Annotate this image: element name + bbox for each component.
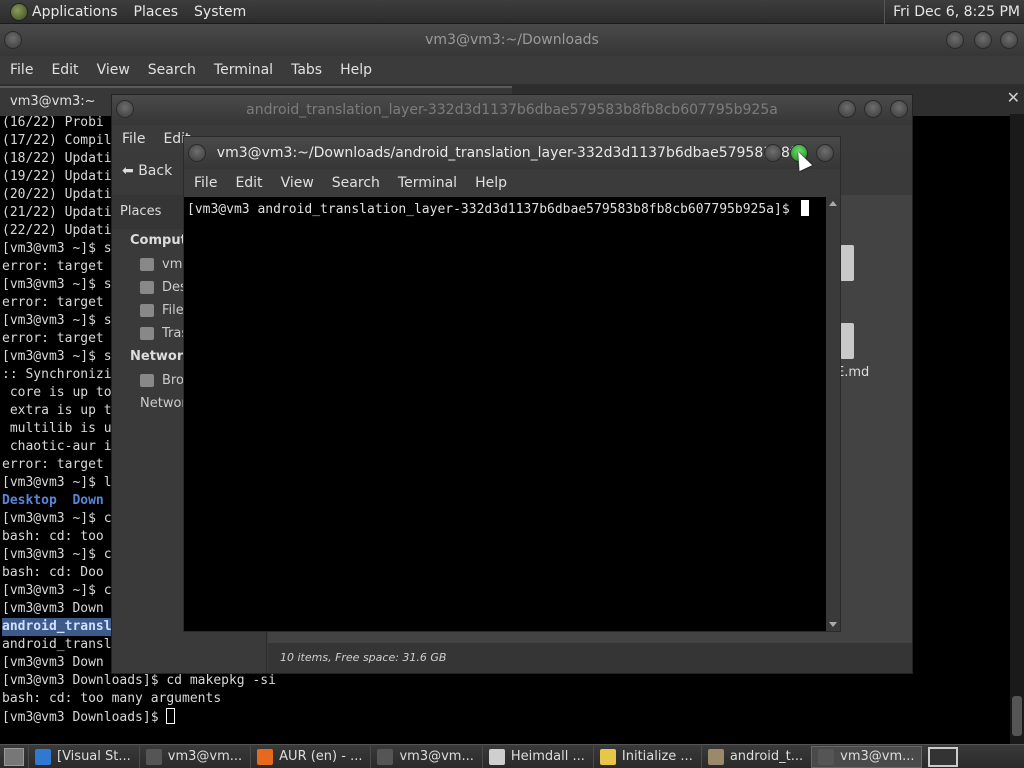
tab-label: vm3@vm3:~ [10, 94, 96, 109]
window-menu-button[interactable] [116, 100, 134, 118]
scroll-down-arrow-icon[interactable] [829, 622, 837, 627]
network-icon [140, 374, 154, 387]
menu-tabs[interactable]: Tabs [285, 62, 330, 78]
terminal-scrollbar[interactable] [826, 197, 840, 631]
taskbar-task-label: vm3@vm... [399, 749, 474, 764]
scroll-up-arrow-icon[interactable] [829, 201, 837, 206]
home-folder-icon [140, 258, 154, 271]
window-titlebar[interactable]: vm3@vm3:~/Downloads [0, 24, 1024, 56]
menu-terminal[interactable]: Terminal [208, 62, 281, 78]
top-panel: Applications Places System Fri Dec 6, 8:… [0, 0, 1024, 24]
taskbar-task[interactable]: Initialize ... [592, 745, 699, 768]
taskbar-task-label: [Visual St... [57, 749, 131, 764]
menu-file[interactable]: File [188, 175, 225, 191]
clock[interactable]: Fri Dec 6, 8:25 PM [884, 0, 1024, 24]
distro-logo-icon[interactable] [10, 2, 28, 21]
window-titlebar[interactable]: vm3@vm3:~/Downloads/android_translation_… [184, 137, 840, 169]
window-menu-button[interactable] [188, 144, 206, 162]
taskbar-task[interactable]: Heimdall ... [481, 745, 591, 768]
workspace-switcher[interactable] [927, 746, 958, 767]
taskbar-task-label: vm3@vm... [840, 749, 915, 764]
terminal-output[interactable]: [vm3@vm3 android_translation_layer-332d3… [184, 197, 826, 631]
menu-bar: File Edit View Search Terminal Help [184, 169, 840, 197]
file-icon[interactable] [840, 323, 854, 359]
minimize-button[interactable] [946, 31, 964, 49]
menu-help[interactable]: Help [334, 62, 380, 78]
back-label: Back [138, 163, 173, 179]
menu-help[interactable]: Help [469, 175, 515, 191]
scrollbar-thumb[interactable] [1012, 696, 1022, 736]
drive-icon [140, 304, 154, 317]
taskbar-task[interactable]: vm3@vm... [370, 745, 479, 768]
shell-prompt: [vm3@vm3 android_translation_layer-332d3… [187, 200, 810, 217]
terminal-icon [818, 748, 835, 765]
terminal-line: [vm3@vm3 Downloads]$ [2, 708, 276, 727]
back-button[interactable]: ⬅ Back [122, 163, 172, 179]
menu-edit[interactable]: Edit [229, 175, 270, 191]
taskbar-task-label: android_t... [729, 749, 804, 764]
panel-menu-places[interactable]: Places [134, 4, 179, 20]
taskbar-task[interactable]: vm3@vm... [811, 745, 922, 768]
folder-icon [707, 748, 724, 765]
back-arrow-icon: ⬅ [122, 163, 139, 179]
taskbar-task-label: Initialize ... [621, 749, 693, 764]
terminal-line: bash: cd: too many arguments [2, 691, 222, 706]
menu-search[interactable]: Search [142, 62, 204, 78]
window-title: android_translation_layer-332d3d1137b6db… [246, 102, 778, 118]
menu-file[interactable]: File [116, 131, 153, 147]
task-list: [Visual St... vm3@vm... AUR (en) - ... vm3@… [28, 745, 924, 768]
status-bar: 10 items, Free space: 31.6 GB [268, 643, 912, 673]
taskbar-task[interactable]: [Visual St... [28, 745, 137, 768]
maximize-button[interactable] [974, 31, 992, 49]
firefox-icon [257, 748, 274, 765]
menu-view[interactable]: View [275, 175, 322, 191]
emoji-icon [599, 748, 616, 765]
close-button[interactable] [890, 100, 908, 118]
taskbar: [Visual St... vm3@vm... AUR (en) - ... vm3@… [0, 744, 1024, 768]
front-terminal-window: vm3@vm3:~/Downloads/android_translation_… [183, 136, 841, 632]
trash-icon [140, 327, 154, 340]
terminal-line: [vm3@vm3 Downloads]$ cd makepkg -si [2, 673, 276, 688]
terminal-scrollbar[interactable] [1010, 114, 1024, 744]
taskbar-task[interactable]: android_t... [700, 745, 809, 768]
document-icon [488, 748, 505, 765]
maximize-button[interactable] [864, 100, 882, 118]
close-button[interactable] [816, 144, 834, 162]
window-title: vm3@vm3:~/Downloads [425, 32, 599, 48]
window-menu-button[interactable] [4, 31, 22, 49]
menu-bar: File Edit View Search Terminal Tabs Help [0, 56, 1024, 84]
file-icon[interactable] [840, 245, 854, 281]
menu-terminal[interactable]: Terminal [392, 175, 465, 191]
close-button[interactable] [1000, 31, 1018, 49]
terminal-line: android_transl [2, 618, 112, 636]
text-cursor [166, 708, 176, 724]
taskbar-task[interactable]: AUR (en) - ... [250, 745, 368, 768]
tab-close-icon[interactable]: ✕ [1007, 88, 1020, 107]
desktop-icon [140, 281, 154, 294]
menu-file[interactable]: File [4, 62, 41, 78]
taskbar-task-label: vm3@vm... [167, 749, 243, 764]
terminal-icon [145, 748, 162, 765]
menu-search[interactable]: Search [326, 175, 388, 191]
window-titlebar[interactable]: android_translation_layer-332d3d1137b6db… [112, 95, 912, 125]
vscode-icon [35, 748, 51, 765]
terminal-icon [377, 748, 394, 765]
show-desktop-icon[interactable] [4, 747, 24, 766]
taskbar-task[interactable]: vm3@vm... [138, 745, 248, 768]
panel-menu-system[interactable]: System [194, 4, 246, 20]
menu-view[interactable]: View [91, 62, 138, 78]
minimize-button[interactable] [764, 144, 782, 162]
text-cursor [801, 200, 810, 216]
taskbar-task-label: Heimdall ... [510, 749, 585, 764]
window-title: vm3@vm3:~/Downloads/android_translation_… [216, 145, 808, 161]
taskbar-task-label: AUR (en) - ... [279, 749, 363, 764]
menu-edit[interactable]: Edit [45, 62, 86, 78]
minimize-button[interactable] [838, 100, 856, 118]
panel-menu-applications[interactable]: Applications [32, 4, 118, 20]
